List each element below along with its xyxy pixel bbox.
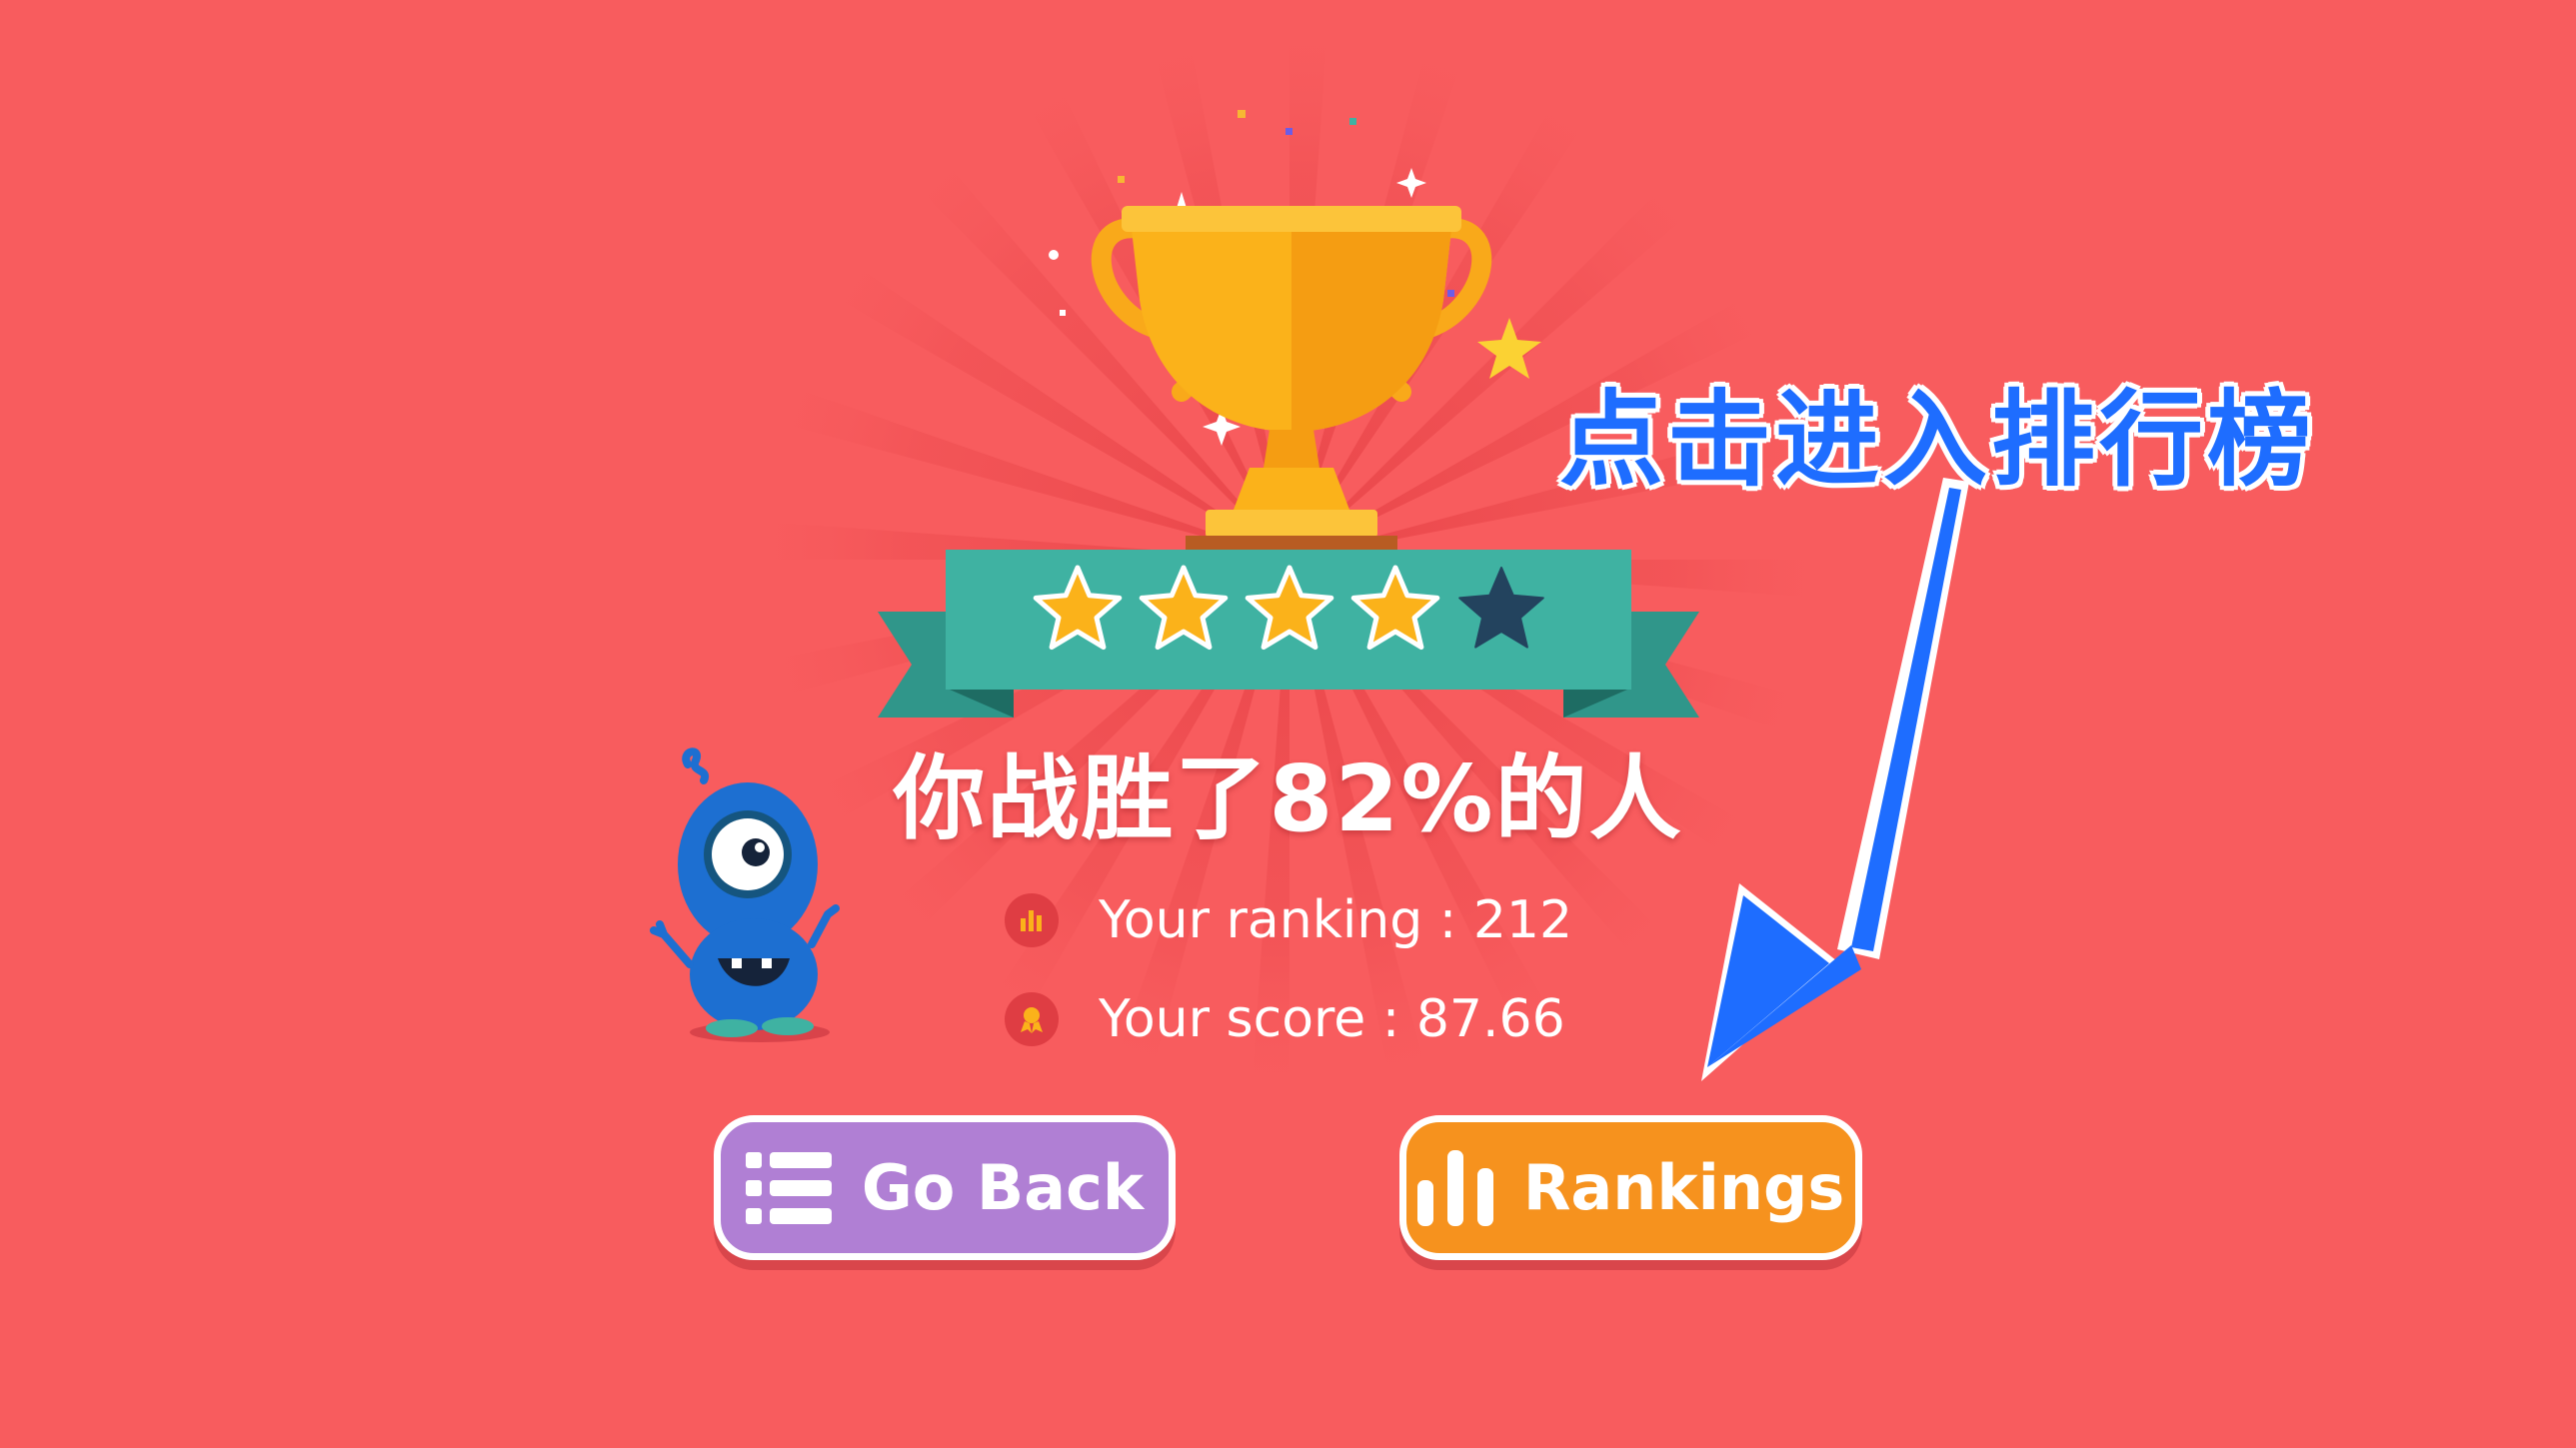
tutorial-hint: 点击进入排行榜 xyxy=(1559,379,2316,501)
bar-chart-icon xyxy=(1416,1149,1493,1226)
bar-chart-icon xyxy=(1005,893,1059,947)
score-stat: Your score : 87.66 xyxy=(1005,984,1565,1054)
result-heading: 你战胜了82%的人 xyxy=(700,734,1876,864)
result-suffix: 的人 xyxy=(1494,745,1683,852)
go-back-button[interactable]: Go Back xyxy=(714,1115,1176,1260)
monster-mascot xyxy=(650,747,840,1042)
rankings-label: Rankings xyxy=(1522,1151,1845,1224)
trophy-icon xyxy=(1091,206,1492,566)
star-sparkle-icon xyxy=(1477,318,1541,379)
rankings-button[interactable]: Rankings xyxy=(1399,1115,1862,1260)
score-text: Your score : 87.66 xyxy=(1099,989,1565,1049)
result-percent: 82% xyxy=(1269,745,1495,852)
result-prefix: 你战胜了 xyxy=(893,745,1270,852)
medal-icon xyxy=(1005,992,1059,1046)
list-icon xyxy=(745,1151,832,1224)
trophy-scene xyxy=(878,110,1699,718)
result-screen: 你战胜了82%的人 Your ranking : 212 Your score … xyxy=(0,0,2576,1448)
go-back-label: Go Back xyxy=(861,1151,1145,1224)
ranking-text: Your ranking : 212 xyxy=(1099,890,1573,950)
ranking-stat: Your ranking : 212 xyxy=(1005,885,1572,955)
